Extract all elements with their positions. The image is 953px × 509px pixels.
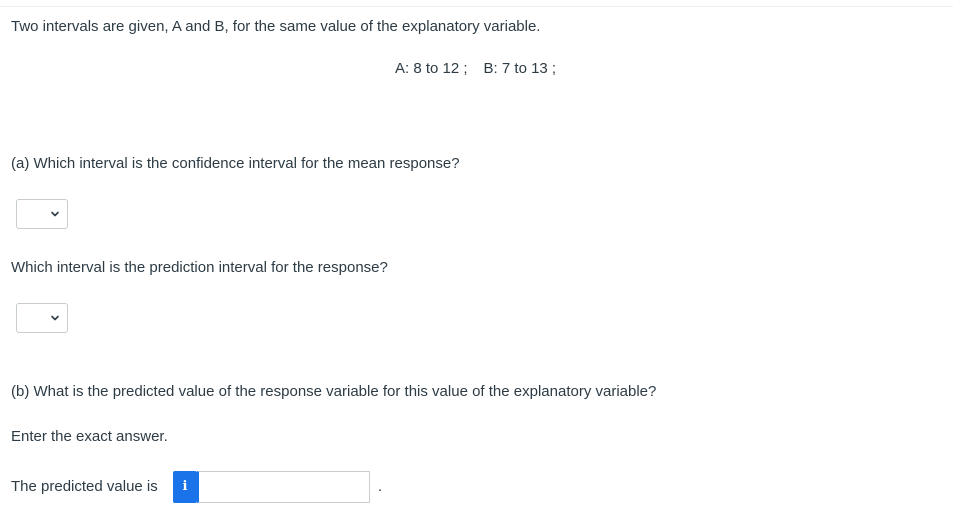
question-confidence-interval: (a) Which interval is the confidence int…: [11, 155, 460, 172]
confidence-interval-select[interactable]: [16, 199, 68, 229]
interval-a-text: A: 8 to 12 ;: [395, 60, 468, 77]
info-icon[interactable]: i: [173, 471, 197, 503]
exact-answer-instruction: Enter the exact answer.: [11, 428, 168, 445]
chevron-down-icon: [51, 211, 59, 217]
top-divider: [0, 6, 953, 7]
answer-period: .: [378, 478, 383, 495]
question-prediction-interval: Which interval is the prediction interva…: [11, 259, 388, 276]
intervals-line: A: 8 to 12 ; B: 7 to 13 ;: [395, 60, 556, 78]
predicted-value-input[interactable]: [197, 471, 370, 503]
predicted-value-label: The predicted value is: [11, 478, 158, 495]
intro-text: Two intervals are given, A and B, for th…: [11, 18, 541, 35]
question-predicted-value: (b) What is the predicted value of the r…: [11, 383, 657, 400]
chevron-down-icon: [51, 315, 59, 321]
interval-b-text: B: 7 to 13 ;: [483, 60, 557, 77]
prediction-interval-select[interactable]: [16, 303, 68, 333]
